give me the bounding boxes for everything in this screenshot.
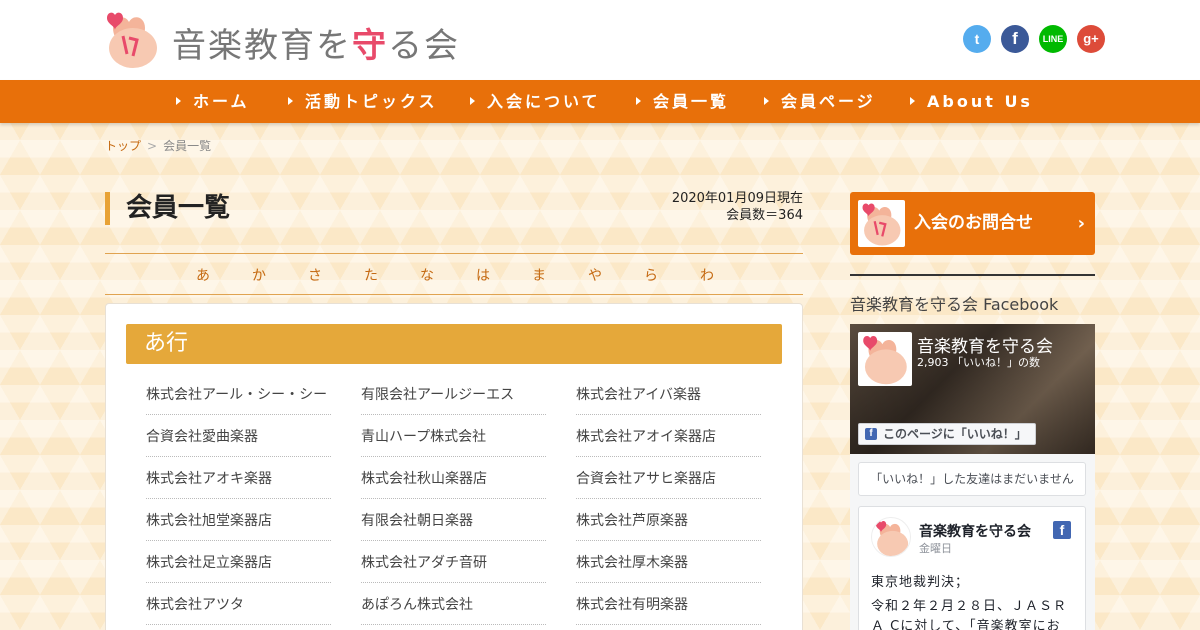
post-timestamp[interactable]: 金曜日 <box>919 540 952 556</box>
kana-link-ha[interactable]: は <box>476 265 490 285</box>
facebook-heading: 音楽教育を守る会 Facebook <box>850 295 1059 314</box>
contact-label: 入会のお問合せ <box>914 213 1033 233</box>
nav-item-home[interactable]: ホーム <box>176 80 250 123</box>
kana-link-ya[interactable]: や <box>588 265 602 285</box>
facebook-widget: 音楽教育を守る会 2,903 「いいね！」の数 f このページに「いいね！」 「い… <box>850 324 1095 630</box>
post-text-line: 東京地裁判決； <box>871 575 970 590</box>
member-item[interactable]: 株式会社芦原楽器 <box>576 507 761 541</box>
member-item[interactable]: 株式会社アツタ <box>146 591 331 625</box>
fb-like-button[interactable]: f このページに「いいね！」 <box>858 423 1036 445</box>
member-item[interactable]: 合資会社愛曲楽器 <box>146 423 331 457</box>
kana-link-ma[interactable]: ま <box>532 265 546 285</box>
site-title[interactable]: 音楽教育を守る会 <box>172 18 460 67</box>
page-title: 会員一覧 <box>105 192 230 225</box>
caret-right-icon <box>176 96 181 105</box>
facebook-icon: f <box>865 428 877 440</box>
breadcrumb: トップ > 会員一覧 <box>105 137 211 154</box>
member-item[interactable]: 有限会社朝日楽器 <box>361 507 546 541</box>
logo-icon[interactable] <box>103 8 161 70</box>
member-panel: あ行 株式会社アール・シー・シー 有限会社アールジーエス 株式会社アイバ楽器 合… <box>105 303 803 630</box>
member-item[interactable]: 株式会社足立楽器店 <box>146 549 331 583</box>
fb-friends-note: 「いいね！」した友達はまだいません <box>858 462 1086 496</box>
post-avatar[interactable] <box>871 517 911 557</box>
fb-post: 音楽教育を守る会 金曜日 f 東京地裁判決； 令和２年２月２８日、ＪＡＳＲ Ａ … <box>858 506 1086 630</box>
site-header: 音楽教育を守る会 t f LINE g+ <box>0 0 1200 80</box>
logo-icon <box>858 200 905 247</box>
as-of-info: 2020年01月09日現在 会員数＝364 <box>672 190 803 224</box>
member-item[interactable]: 合資会社アサヒ楽器店 <box>576 465 761 499</box>
member-item[interactable]: 株式会社アダチ音研 <box>361 549 546 583</box>
kana-link-sa[interactable]: さ <box>308 265 322 285</box>
caret-right-icon <box>910 96 915 105</box>
kana-link-ka[interactable]: か <box>252 265 266 285</box>
kana-link-ra[interactable]: ら <box>644 265 658 285</box>
caret-right-icon <box>288 96 293 105</box>
caret-right-icon <box>636 96 641 105</box>
member-item[interactable]: 有限会社アールジーエス <box>361 381 546 415</box>
caret-right-icon <box>764 96 769 105</box>
contact-button[interactable]: 入会のお問合せ › <box>850 192 1095 255</box>
facebook-icon[interactable]: f <box>1053 521 1071 539</box>
post-text-line: 令和２年２月２８日、ＪＡＳＲ <box>871 599 1068 614</box>
page-avatar[interactable] <box>858 332 912 386</box>
line-icon[interactable]: LINE <box>1039 25 1067 53</box>
nav-item-topics[interactable]: 活動トピックス <box>288 80 438 123</box>
chevron-right-icon: › <box>1077 213 1085 234</box>
member-item[interactable]: 青山ハープ株式会社 <box>361 423 546 457</box>
member-item[interactable]: 株式会社アオイ楽器店 <box>576 423 761 457</box>
member-item[interactable]: 株式会社アール・シー・シー <box>146 381 331 415</box>
as-of-date: 2020年01月09日現在 <box>671 191 803 206</box>
sidebar-divider <box>850 274 1095 276</box>
breadcrumb-home[interactable]: トップ <box>105 139 141 153</box>
facebook-icon[interactable]: f <box>1001 25 1029 53</box>
main-nav: ホーム 活動トピックス 入会について 会員一覧 会員ページ About Us <box>0 80 1200 123</box>
nav-item-members[interactable]: 会員一覧 <box>636 80 729 123</box>
twitter-icon[interactable]: t <box>963 25 991 53</box>
member-item[interactable]: 株式会社アオキ楽器 <box>146 465 331 499</box>
fb-like-count: 2,903 「いいね！」の数 <box>917 356 1040 369</box>
kana-link-ta[interactable]: た <box>364 265 378 285</box>
member-item[interactable]: あぽろん株式会社 <box>361 591 546 625</box>
kana-link-wa[interactable]: わ <box>700 265 714 285</box>
member-item[interactable]: 株式会社秋山楽器店 <box>361 465 546 499</box>
breadcrumb-current: 会員一覧 <box>163 139 212 153</box>
nav-item-member-page[interactable]: 会員ページ <box>764 80 876 123</box>
google-plus-icon[interactable]: g+ <box>1077 25 1105 53</box>
post-text-line: Ａ Cに対して、「音楽教室にお <box>871 619 1061 630</box>
member-item[interactable]: 株式会社アイバ楽器 <box>576 381 761 415</box>
nav-item-join[interactable]: 入会について <box>470 80 601 123</box>
caret-right-icon <box>470 96 475 105</box>
member-item[interactable]: 株式会社厚木楽器 <box>576 549 761 583</box>
post-author[interactable]: 音楽教育を守る会 <box>919 521 1031 541</box>
breadcrumb-separator: > <box>147 139 158 153</box>
section-heading: あ行 <box>126 324 782 364</box>
nav-item-about[interactable]: About Us <box>910 80 1033 123</box>
member-item[interactable]: 株式会社旭堂楽器店 <box>146 507 331 541</box>
kana-link-a[interactable]: あ <box>196 265 210 285</box>
kana-index: あ か さ た な は ま や ら わ <box>105 253 803 295</box>
member-count: 会員数＝364 <box>726 208 803 223</box>
member-item[interactable]: 株式会社有明楽器 <box>576 591 761 625</box>
kana-link-na[interactable]: な <box>420 265 434 285</box>
